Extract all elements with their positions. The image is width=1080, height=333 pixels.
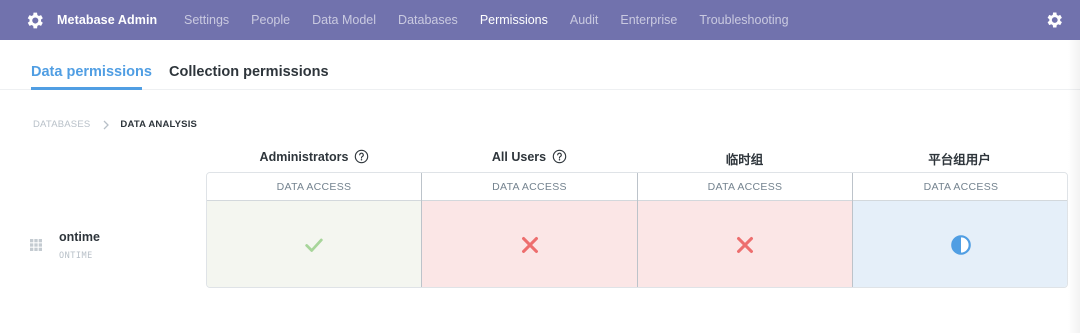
permission-cell-temp-group[interactable] bbox=[638, 201, 852, 287]
scroll-edge-shadow bbox=[1068, 40, 1080, 333]
table-schema: ONTIME bbox=[59, 251, 93, 261]
brand-link[interactable]: Metabase Admin bbox=[24, 10, 182, 31]
permission-column: DATA ACCESS bbox=[853, 173, 1067, 287]
permission-cell-platform-users[interactable] bbox=[853, 201, 1067, 287]
permission-cell-all-users[interactable] bbox=[422, 201, 637, 287]
group-header-administrators: Administrators bbox=[207, 149, 422, 164]
table-name[interactable]: ontime bbox=[59, 230, 100, 244]
column-header-data-access: DATA ACCESS bbox=[638, 173, 852, 201]
permissions-grid: DATA ACCESS DATA ACCESS DATA ACCESS DATA… bbox=[206, 172, 1068, 288]
chevron-right-icon bbox=[103, 120, 110, 129]
close-icon bbox=[521, 237, 538, 253]
breadcrumb: DATABASES DATA ANALYSIS bbox=[33, 119, 197, 130]
tab-data-permissions[interactable]: Data permissions bbox=[31, 64, 152, 80]
help-icon[interactable] bbox=[552, 149, 567, 164]
permissions-tabs: Data permissions Collection permissions bbox=[0, 40, 1080, 90]
column-header-data-access: DATA ACCESS bbox=[422, 173, 637, 201]
tab-collection-permissions[interactable]: Collection permissions bbox=[169, 64, 329, 80]
group-name: 临时组 bbox=[725, 153, 764, 167]
group-name: Administrators bbox=[259, 149, 349, 164]
permission-cell-administrators[interactable] bbox=[207, 201, 421, 287]
check-icon bbox=[305, 238, 323, 252]
row-text: ontime ONTIME bbox=[59, 230, 100, 261]
group-header-all-users: All Users bbox=[422, 149, 637, 164]
close-icon bbox=[737, 237, 753, 253]
nav-item-troubleshooting[interactable]: Troubleshooting bbox=[699, 13, 788, 27]
group-header-temp-group: 临时组 bbox=[637, 149, 852, 168]
nav-item-databases[interactable]: Databases bbox=[398, 13, 458, 27]
gear-logo-icon bbox=[27, 12, 43, 28]
admin-navbar: Metabase Admin Settings People Data Mode… bbox=[0, 0, 1080, 40]
brand-label: Metabase Admin bbox=[57, 13, 158, 27]
permission-column: DATA ACCESS bbox=[422, 173, 638, 287]
column-header-data-access: DATA ACCESS bbox=[207, 173, 421, 201]
nav-item-data-model[interactable]: Data Model bbox=[312, 13, 376, 27]
column-header-data-access: DATA ACCESS bbox=[853, 173, 1067, 201]
admin-nav-items: Settings People Data Model Databases Per… bbox=[184, 13, 811, 27]
active-tab-indicator bbox=[31, 87, 142, 90]
nav-item-people[interactable]: People bbox=[251, 13, 290, 27]
half-circle-icon bbox=[951, 235, 971, 255]
help-icon[interactable] bbox=[354, 149, 369, 164]
nav-item-permissions[interactable]: Permissions bbox=[480, 13, 548, 27]
group-name: 平台组用户 bbox=[928, 153, 991, 167]
permission-column: DATA ACCESS bbox=[638, 173, 853, 287]
breadcrumb-databases-link[interactable]: DATABASES bbox=[33, 119, 90, 130]
group-name: All Users bbox=[491, 149, 547, 164]
group-header-platform-users: 平台组用户 bbox=[852, 149, 1067, 168]
nav-item-settings[interactable]: Settings bbox=[184, 13, 229, 27]
nav-item-enterprise[interactable]: Enterprise bbox=[620, 13, 677, 27]
table-row-ontime: ontime ONTIME bbox=[30, 230, 100, 261]
permission-column: DATA ACCESS bbox=[207, 173, 422, 287]
breadcrumb-current: DATA ANALYSIS bbox=[120, 119, 198, 130]
nav-item-audit[interactable]: Audit bbox=[570, 13, 599, 27]
table-grid-icon bbox=[30, 239, 42, 251]
settings-gear-icon[interactable] bbox=[1044, 10, 1064, 30]
